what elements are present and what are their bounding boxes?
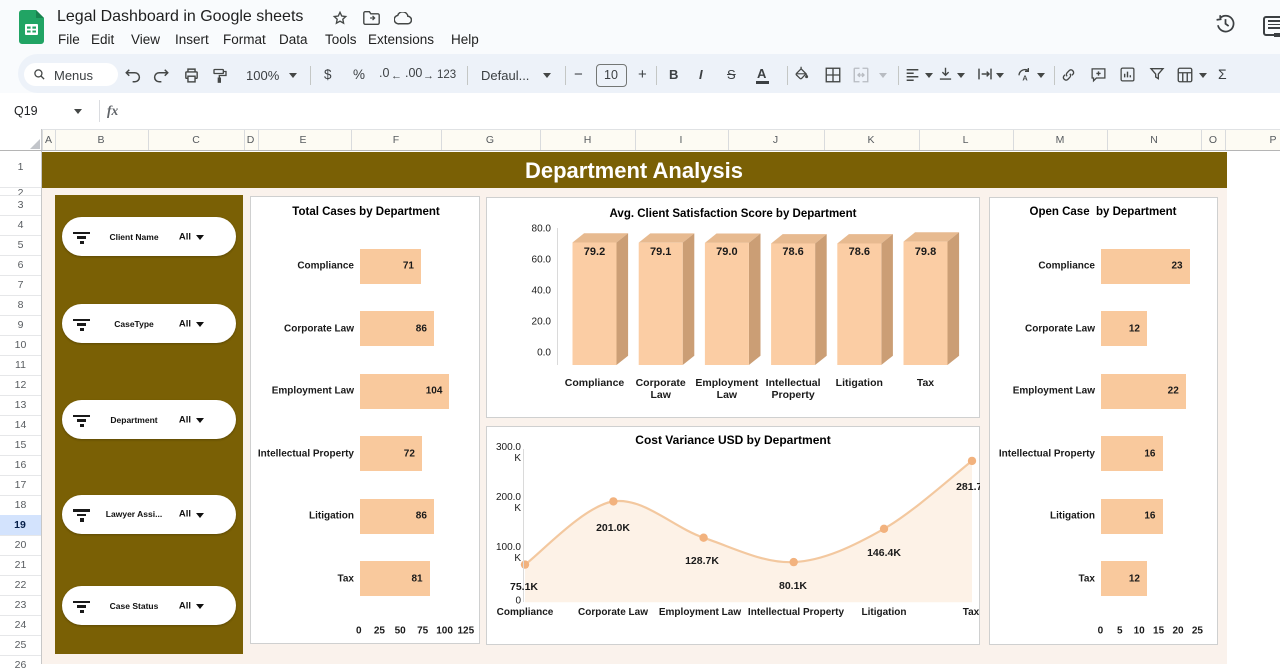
svg-text:A: A xyxy=(1022,74,1028,82)
